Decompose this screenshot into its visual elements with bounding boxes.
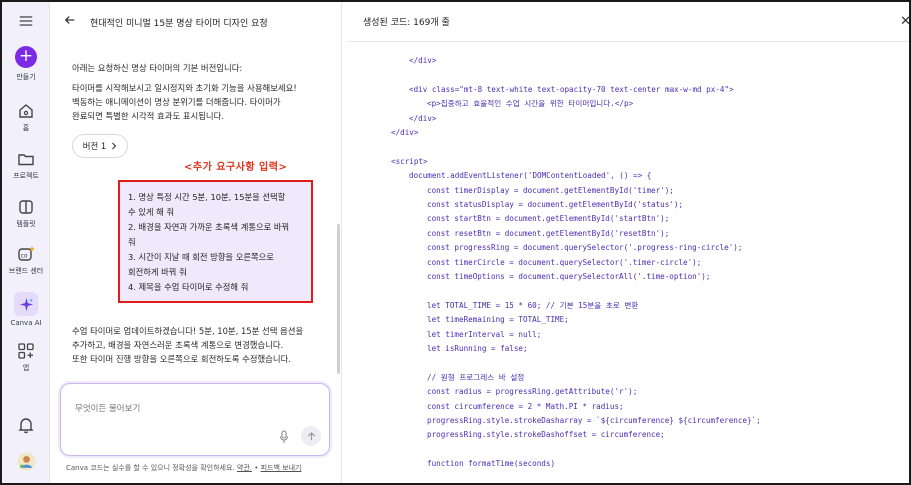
description-line: 완료되면 특별한 시각적 효과도 표시됩니다. [72,111,224,121]
disclaimer-note: Canva 코드는 실수를 할 수 있으니 정확성을 확인하세요. 약관. • … [66,463,301,473]
requirement-line: 줘 [128,237,136,247]
version-button[interactable]: 버전 1 [72,134,128,158]
terms-link[interactable]: 약관. [237,464,252,472]
requirement-line: 1. 명상 특정 시간 5분, 10분, 15분을 선택할 [128,192,286,202]
requirement-line: 수 있게 해 줘 [128,207,175,217]
code-title: 생성된 코드: 169개 줄 [363,18,450,28]
code-line: const statusDisplay = document.getElemen… [427,200,684,209]
feedback-link[interactable]: 피드백 보내기 [261,464,302,472]
code-line: let isRunning = false; [427,344,528,353]
code-line: const circumference = 2 * Math.PI * radi… [427,401,624,411]
code-line: <div class="mt-8 text-white text-opacity… [409,84,734,94]
chat-input-placeholder: 무엇이든 물어보기 [75,404,141,414]
code-line: const startBtn = document.getElementById… [427,214,670,224]
rail-item-home[interactable]: 홈 [2,102,50,133]
reply-line: 또한 타이머 진행 방향을 오른쪽으로 회전하도록 수정했습니다. [72,354,291,364]
rail-item-label: 브랜드 센터 [8,267,44,275]
rail-item-brand[interactable]: co 브랜드 센터 [2,245,50,276]
create-label: 만들기 [16,73,36,81]
code-line: const progressRing = document.querySelec… [427,243,743,253]
bell-icon [18,418,34,434]
code-header: 생성된 코드: 169개 줄 ✕ [347,2,909,42]
microphone-icon[interactable] [279,430,289,444]
rail-item-label: 템플릿 [16,220,36,228]
code-line: progressRing.style.strokeDashoffset = ci… [427,430,665,440]
rail-item-label: 앱 [22,364,30,372]
code-line: const timeOptions = document.querySelect… [427,272,711,281]
plus-icon: + [15,46,37,68]
code-line: // 원형 프로그레스 바 설정 [427,372,525,382]
arrow-up-icon [307,431,315,440]
chat-scrollbar[interactable] [337,224,340,374]
left-rail: + 만들기 홈 프로젝트 템플릿 co 브랜드 센터 Canva AI 앱 [2,2,50,483]
requirement-line: 2. 배경을 자연과 가까운 초록색 계통으로 바꿔 [128,222,290,232]
code-panel: 생성된 코드: 169개 줄 ✕ </div> <div class="mt-8 … [347,2,909,483]
description-line: 백동하는 애니메이션이 명상 분위기를 더해줍니다. 타이머가 [72,97,281,107]
app-frame: + 만들기 홈 프로젝트 템플릿 co 브랜드 센터 Canva AI 앱 현대… [0,0,911,485]
folder-icon [18,154,34,166]
requirement-heading: <추가 요구사항 입력> [184,162,288,173]
code-line: let TOTAL_TIME = 15 * 60; // 기본 15분을 초로 … [427,300,639,310]
footer-separator: • [254,464,259,472]
code-line: let timerInterval = null; [427,329,542,339]
svg-text:co: co [21,252,28,259]
rail-item-apps[interactable]: 앱 [2,342,50,373]
rail-item-label: Canva AI [10,319,42,327]
code-line: const resetBtn = document.getElementById… [427,228,670,238]
avatar-icon [17,452,35,471]
template-icon [19,200,33,214]
code-line: const timerCircle = document.querySelect… [427,257,702,267]
code-line: const radius = progressRing.getAttribute… [427,387,638,397]
chat-header: 현대적인 미니멀 15분 명상 타이머 디자인 요청 [50,2,342,42]
rail-item-projects[interactable]: 프로젝트 [2,150,50,181]
code-line: const timerDisplay = document.getElement… [427,185,674,195]
chat-title: 현대적인 미니멀 15분 명상 타이머 디자인 요청 [90,18,268,29]
code-line: document.addEventListener('DOMContentLoa… [409,171,652,181]
code-line: let timeRemaining = TOTAL_TIME; [427,315,569,325]
rail-item-templates[interactable]: 템플릿 [2,198,50,229]
description-text: 타이머를 시작해보시고 일시정지와 초기화 기능을 사용해보세요! 백동하는 애… [72,81,328,123]
code-line: </div> [409,56,437,65]
back-arrow-icon[interactable] [64,14,80,30]
chevron-right-icon [112,142,117,150]
notifications-button[interactable] [2,416,50,437]
user-avatar[interactable] [2,452,50,474]
description-line: 타이머를 시작해보시고 일시정지와 초기화 기능을 사용해보세요! [72,83,297,93]
hamburger-menu-icon [19,16,33,26]
intro-text: 아래는 요청하신 명상 타이머의 기본 버전입니다: [72,63,243,73]
requirement-message: 1. 명상 특정 시간 5분, 10분, 15분을 선택할 수 있게 해 줘 2… [118,180,313,303]
reply-text: 수업 타이머로 업데이트하겠습니다! 5분, 10분, 15분 선택 옵션을 추… [72,324,328,366]
reply-line: 수업 타이머로 업데이트하겠습니다! 5분, 10분, 15분 선택 옵션을 [72,326,304,336]
requirement-line: 4. 제목을 수업 타이머로 수정해 줘 [128,282,249,292]
code-line: <script> [391,156,428,166]
code-line: </div> [409,113,437,123]
chat-input[interactable]: 무엇이든 물어보기 [60,383,330,456]
code-line: <p>집중하고 효율적인 수업 시간을 위한 타이머입니다.</p> [427,99,634,109]
chat-panel: 현대적인 미니멀 15분 명상 타이머 디자인 요청 아래는 요청하신 명상 타… [50,2,342,483]
reply-line: 추가하고, 배경을 자연스러운 초록색 계통으로 변경했습니다. [72,340,284,350]
code-line: function formatTime(seconds) [427,459,556,469]
home-icon [19,104,33,118]
version-label: 버전 1 [82,141,107,151]
code-line: progressRing.style.strokeDasharray = `${… [427,416,761,425]
disclaimer-text: Canva 코드는 실수를 할 수 있으니 정확성을 확인하세요. [66,464,235,472]
canva-ai-sparkle-icon [14,292,38,316]
rail-item-canva-ai[interactable]: Canva AI [2,292,50,327]
brand-co-icon: co [18,246,35,261]
rail-item-label: 프로젝트 [13,172,39,180]
requirement-line: 회전하게 바꿔 줘 [128,267,187,277]
apps-icon [18,343,34,359]
code-line: </div> [391,128,419,137]
rail-item-label: 홈 [22,124,30,132]
send-button[interactable] [301,426,321,446]
create-button[interactable]: + 만들기 [2,46,50,82]
close-icon[interactable]: ✕ [900,14,909,29]
requirement-line: 3. 시간이 지날 때 회전 방향을 오른쪽으로 [128,252,274,262]
menu-button[interactable] [2,14,50,31]
